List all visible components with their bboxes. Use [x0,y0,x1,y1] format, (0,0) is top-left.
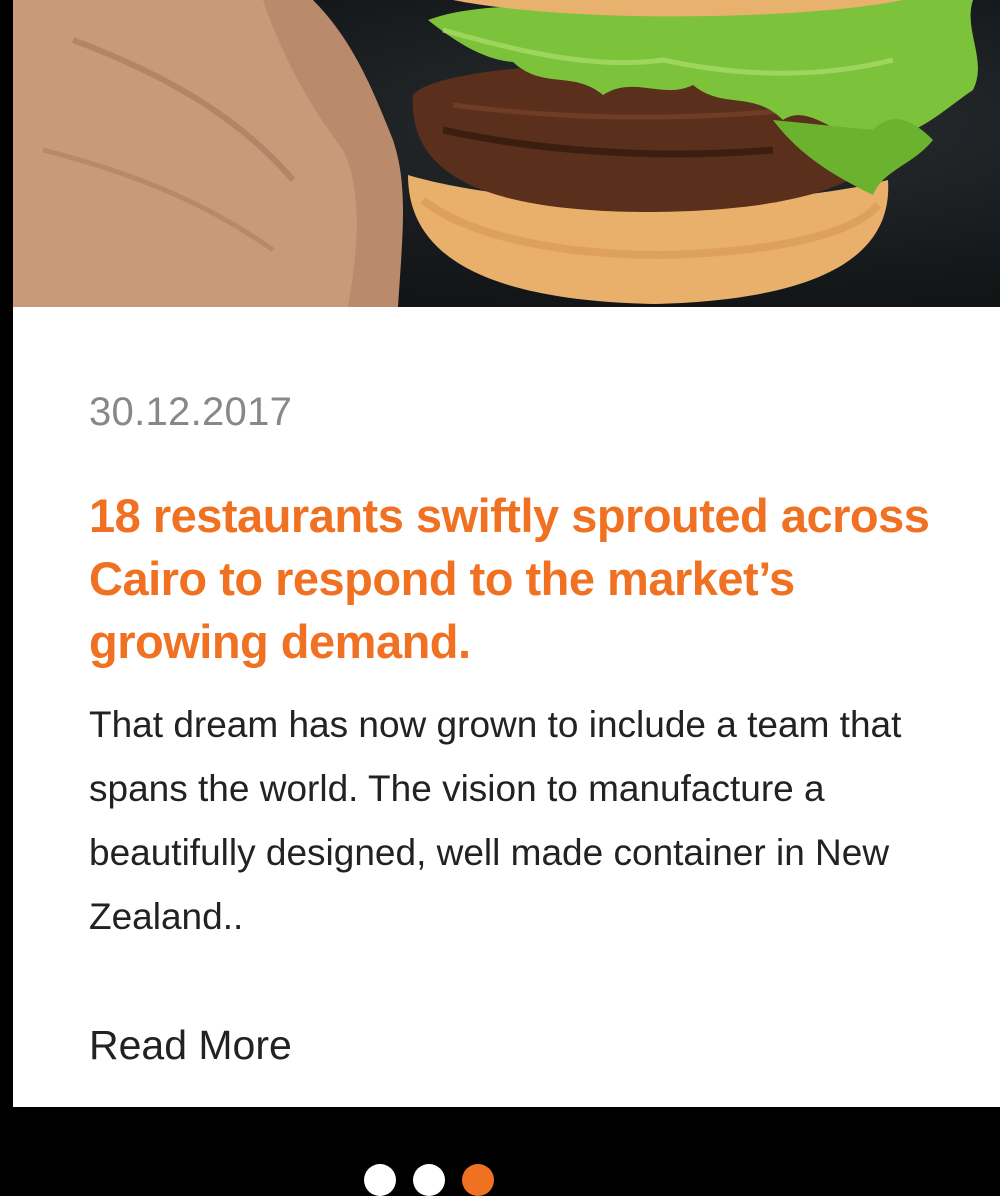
carousel-dot-1[interactable] [364,1164,396,1196]
article-date: 30.12.2017 [89,390,293,434]
read-more-link[interactable]: Read More [89,1022,292,1069]
carousel-dot-2[interactable] [413,1164,445,1196]
article-title[interactable]: 18 restaurants swiftly sprouted across C… [89,484,949,673]
article-image[interactable] [13,0,1000,307]
carousel-dot-3-active[interactable] [462,1164,494,1196]
article-excerpt: That dream has now grown to include a te… [89,704,902,937]
burger-photo [13,0,978,307]
news-card: 30.12.2017 18 restaurants swiftly sprout… [13,0,1000,1107]
carousel-pagination [364,1164,494,1196]
